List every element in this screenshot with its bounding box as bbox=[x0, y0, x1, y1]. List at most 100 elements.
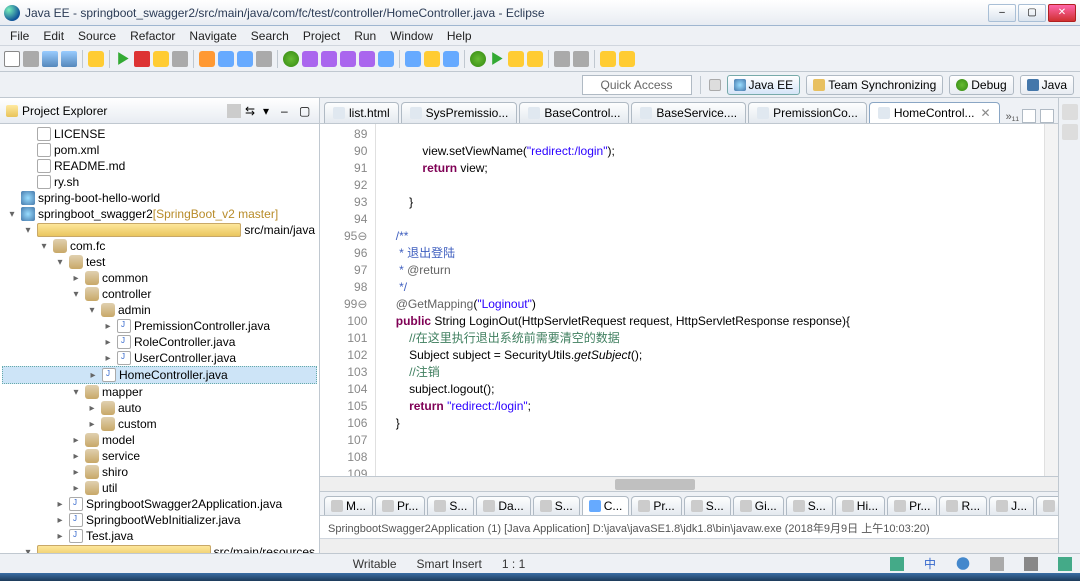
code-line[interactable] bbox=[382, 432, 1038, 449]
twisty-icon[interactable]: ▾ bbox=[70, 387, 82, 398]
menu-edit[interactable]: Edit bbox=[37, 27, 70, 45]
tool-icon[interactable] bbox=[218, 51, 234, 67]
twisty-icon[interactable]: ▾ bbox=[38, 241, 50, 252]
editor-tab[interactable]: SysPremissio... bbox=[401, 102, 518, 123]
code-line[interactable]: */ bbox=[382, 279, 1038, 296]
twisty-icon[interactable]: ▾ bbox=[86, 305, 98, 316]
code-line[interactable] bbox=[382, 126, 1038, 143]
editor-tab[interactable]: HomeControl...✕ bbox=[869, 102, 1000, 123]
twisty-icon[interactable]: ▸ bbox=[70, 273, 82, 284]
minimize-view-icon[interactable]: – bbox=[281, 104, 295, 118]
bottom-tab[interactable]: Hi... bbox=[835, 496, 885, 515]
twisty-icon[interactable]: ▸ bbox=[87, 370, 99, 381]
tree-node[interactable]: ▸shiro bbox=[2, 464, 317, 480]
tool-icon[interactable] bbox=[256, 51, 272, 67]
menu-project[interactable]: Project bbox=[297, 27, 346, 45]
menu-file[interactable]: File bbox=[4, 27, 35, 45]
source-code[interactable]: view.setViewName("redirect:/login"); ret… bbox=[376, 124, 1044, 476]
status-icon[interactable] bbox=[1058, 557, 1072, 571]
tool-icon[interactable] bbox=[527, 51, 543, 67]
tree-node[interactable]: ▸service bbox=[2, 448, 317, 464]
code-line[interactable]: * 退出登陆 bbox=[382, 245, 1038, 262]
tree-node[interactable]: ▸PremissionController.java bbox=[2, 318, 317, 334]
tree-node[interactable]: ▸common bbox=[2, 270, 317, 286]
bottom-tab[interactable]: Da... bbox=[476, 496, 530, 515]
twisty-icon[interactable]: ▸ bbox=[102, 353, 114, 364]
code-line[interactable]: //注销 bbox=[382, 364, 1038, 381]
tree-node[interactable]: ▸HomeController.java bbox=[2, 366, 317, 384]
tree-node[interactable]: ▸util bbox=[2, 480, 317, 496]
code-line[interactable]: //在这里执行退出系统前需要清空的数据 bbox=[382, 330, 1038, 347]
tree-node[interactable]: README.md bbox=[2, 158, 317, 174]
twisty-icon[interactable]: ▾ bbox=[70, 289, 82, 300]
perspective-debug[interactable]: Debug bbox=[949, 75, 1013, 95]
new-icon[interactable] bbox=[4, 51, 20, 67]
view-menu-icon[interactable]: ▾ bbox=[263, 104, 277, 118]
menu-run[interactable]: Run bbox=[348, 27, 382, 45]
outline-icon[interactable] bbox=[1062, 104, 1078, 120]
tree-node[interactable]: ry.sh bbox=[2, 174, 317, 190]
tree-node[interactable]: ▸Test.java bbox=[2, 528, 317, 544]
tool-icon[interactable] bbox=[378, 51, 394, 67]
bottom-tab[interactable]: Gi... bbox=[733, 496, 784, 515]
tree-node[interactable]: spring-boot-hello-world bbox=[2, 190, 317, 206]
bottom-tab[interactable]: R... bbox=[939, 496, 987, 515]
tool-icon[interactable] bbox=[508, 51, 524, 67]
code-line[interactable]: @GetMapping("Loginout") bbox=[382, 296, 1038, 313]
tree-node[interactable]: ▾springboot_swagger2 [SpringBoot_v2 mast… bbox=[2, 206, 317, 222]
menu-navigate[interactable]: Navigate bbox=[183, 27, 242, 45]
twisty-icon[interactable]: ▸ bbox=[86, 403, 98, 414]
tree-node[interactable]: ▾src/main/java bbox=[2, 222, 317, 238]
link-editor-icon[interactable] bbox=[227, 104, 241, 118]
editor-hscroll[interactable] bbox=[320, 476, 1058, 491]
save-icon[interactable] bbox=[42, 51, 58, 67]
editor-tab[interactable]: list.html bbox=[324, 102, 399, 123]
tool-icon[interactable] bbox=[573, 51, 589, 67]
tree-node[interactable]: LICENSE bbox=[2, 126, 317, 142]
code-line[interactable]: * @return bbox=[382, 262, 1038, 279]
tab-overflow[interactable]: »₁₁ bbox=[1006, 111, 1020, 123]
code-line[interactable] bbox=[382, 211, 1038, 228]
tree-node[interactable]: ▸auto bbox=[2, 400, 317, 416]
minimize-button[interactable]: – bbox=[988, 4, 1016, 22]
tool-icon[interactable] bbox=[424, 51, 440, 67]
run-icon[interactable] bbox=[115, 51, 131, 67]
back-icon[interactable] bbox=[600, 51, 616, 67]
code-line[interactable]: view.setViewName("redirect:/login"); bbox=[382, 143, 1038, 160]
code-line[interactable] bbox=[382, 466, 1038, 476]
tree-node[interactable]: ▾test bbox=[2, 254, 317, 270]
tool-icon[interactable] bbox=[321, 51, 337, 67]
bottom-tab[interactable]: C... bbox=[582, 496, 630, 515]
code-line[interactable]: public String LoginOut(HttpServletReques… bbox=[382, 313, 1038, 330]
code-line[interactable] bbox=[382, 177, 1038, 194]
status-icon[interactable] bbox=[956, 557, 970, 571]
twisty-icon[interactable]: ▸ bbox=[70, 435, 82, 446]
tool-icon[interactable] bbox=[443, 51, 459, 67]
editor-tab[interactable]: BaseService.... bbox=[631, 102, 746, 123]
perspective-team[interactable]: Team Synchronizing bbox=[806, 75, 943, 95]
menu-source[interactable]: Source bbox=[72, 27, 122, 45]
twisty-icon[interactable]: ▸ bbox=[54, 499, 66, 510]
code-line[interactable]: /** bbox=[382, 228, 1038, 245]
bottom-tab[interactable]: Pr... bbox=[375, 496, 425, 515]
twisty-icon[interactable]: ▸ bbox=[70, 451, 82, 462]
status-icon[interactable]: 中 bbox=[924, 555, 936, 572]
console-hscroll[interactable] bbox=[320, 538, 1058, 553]
pause-icon[interactable] bbox=[153, 51, 169, 67]
tool-icon[interactable] bbox=[88, 51, 104, 67]
maximize-view-icon[interactable]: ▢ bbox=[299, 104, 313, 118]
twisty-icon[interactable]: ▸ bbox=[102, 321, 114, 332]
twisty-icon[interactable]: ▸ bbox=[70, 467, 82, 478]
menu-refactor[interactable]: Refactor bbox=[124, 27, 181, 45]
tool-icon[interactable] bbox=[405, 51, 421, 67]
tree-node[interactable]: ▸SpringbootWebInitializer.java bbox=[2, 512, 317, 528]
bottom-tab[interactable]: M... bbox=[324, 496, 373, 515]
code-line[interactable]: } bbox=[382, 194, 1038, 211]
editor-tab[interactable]: BaseControl... bbox=[519, 102, 629, 123]
bottom-tab[interactable]: S... bbox=[684, 496, 731, 515]
code-line[interactable]: return "redirect:/login"; bbox=[382, 398, 1038, 415]
overview-ruler[interactable] bbox=[1044, 124, 1058, 476]
bottom-tab[interactable]: Pr... bbox=[887, 496, 937, 515]
open-perspective-icon[interactable] bbox=[709, 79, 721, 91]
twisty-icon[interactable]: ▸ bbox=[102, 337, 114, 348]
